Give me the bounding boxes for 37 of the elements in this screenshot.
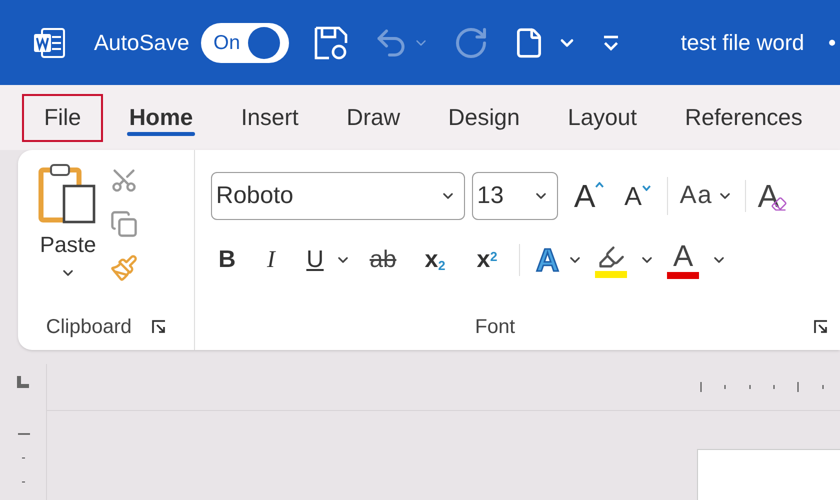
underline-button[interactable]: U [299, 242, 331, 278]
selected-tab-underline [127, 132, 195, 136]
strikethrough-button[interactable]: ab [363, 242, 403, 278]
dialog-launcher-icon[interactable] [814, 320, 828, 334]
clipboard-icon [38, 162, 98, 224]
autosave-label: AutoSave [94, 29, 190, 57]
ribbon-tab[interactable]: Design [426, 94, 542, 142]
word-logo-icon [32, 26, 66, 60]
ribbon-tab[interactable]: Insert [218, 94, 320, 142]
subscript-button[interactable]: x$_{2}$ [415, 242, 455, 278]
font-name-dropdown[interactable]: Roboto [211, 172, 465, 220]
superscript-button[interactable]: x$^{2}$ [467, 242, 507, 278]
shrink-font-button[interactable]: A [620, 183, 655, 209]
document-title: test file word [680, 29, 804, 57]
ribbon-tab[interactable]: References [662, 94, 824, 142]
caret-up-icon [595, 182, 604, 188]
group-label: Clipboard [46, 315, 132, 340]
ribbon-tab[interactable]: Home [107, 94, 215, 142]
dialog-launcher-icon[interactable] [152, 320, 166, 334]
clear-formatting-button[interactable]: A [758, 180, 788, 212]
copy-icon[interactable] [110, 210, 138, 238]
group-label: Font [475, 315, 516, 340]
italic-button[interactable]: I [255, 242, 287, 278]
save-icon[interactable] [313, 24, 350, 60]
caret-down-icon [642, 185, 651, 191]
ribbon-tab[interactable]: File [22, 94, 104, 142]
paste-button[interactable]: Paste [38, 162, 98, 312]
change-case-button[interactable]: Aa [680, 177, 713, 215]
grow-font-button[interactable]: A [570, 180, 608, 212]
autosave-toggle[interactable]: On [201, 22, 290, 62]
font-size-dropdown[interactable]: 13 [472, 172, 558, 220]
ribbon-tab[interactable]: Draw [324, 94, 422, 142]
bold-button[interactable]: B [211, 242, 243, 278]
tab-stop-icon[interactable] [17, 376, 29, 388]
font-color-button[interactable]: A [667, 242, 700, 278]
ribbon-tab[interactable]: Layout [546, 94, 659, 142]
status-dot: • [828, 29, 837, 57]
